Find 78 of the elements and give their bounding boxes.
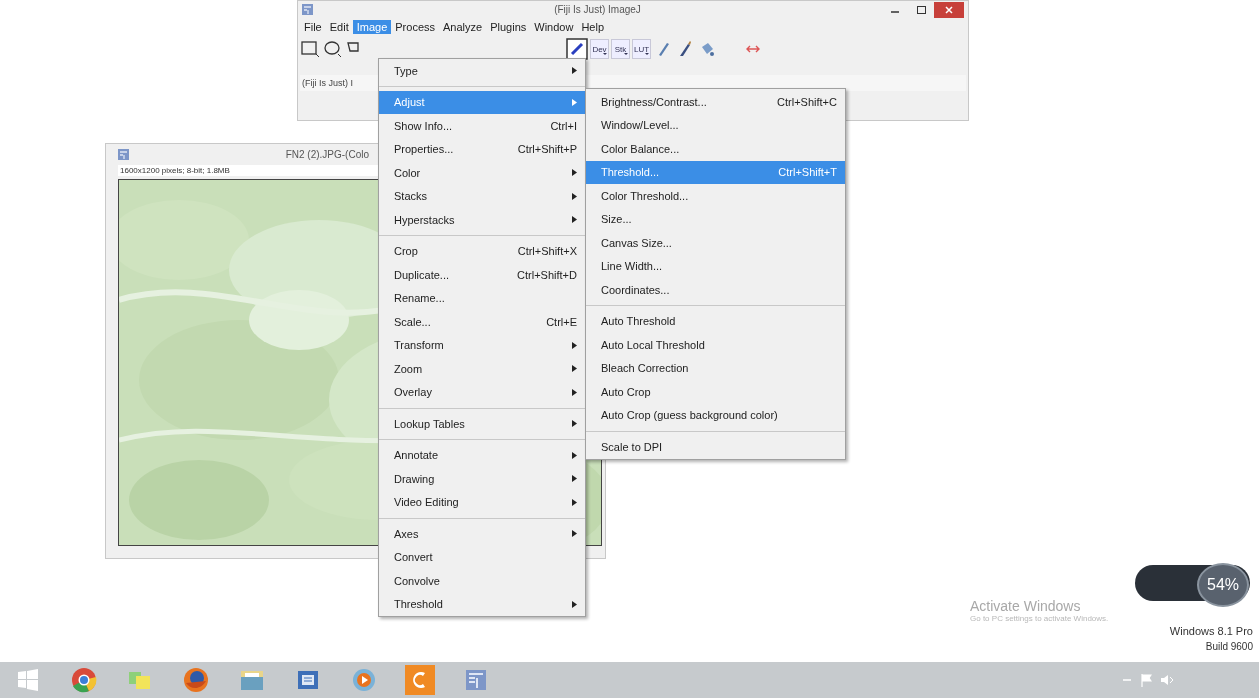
- ring-browser-icon[interactable]: [71, 667, 97, 693]
- submenu-arrow-icon: [572, 530, 577, 538]
- menu-bar-item[interactable]: File: [300, 19, 326, 34]
- window-grid-icon[interactable]: [464, 668, 488, 692]
- menu-item[interactable]: Window/Level...: [586, 113, 845, 137]
- menu-item[interactable]: Auto Local Threshold: [586, 333, 845, 357]
- menu-bar-item[interactable]: Window: [530, 19, 578, 34]
- submenu-arrow-icon: [572, 498, 577, 506]
- menu-bar-item[interactable]: Analyze: [439, 19, 487, 34]
- submenu-arrow-icon: [572, 365, 577, 373]
- menu-item[interactable]: Auto Crop: [586, 380, 845, 404]
- menu-bar-item[interactable]: Help: [577, 19, 608, 34]
- media-player-icon[interactable]: [351, 667, 377, 693]
- app-icon: [302, 4, 313, 15]
- menu-item[interactable]: Bleach Correction: [586, 356, 845, 380]
- menu-bar-item[interactable]: Plugins: [486, 19, 531, 34]
- gauge-dial: 54%: [1197, 563, 1249, 607]
- tool-menu-button[interactable]: Stk: [611, 39, 630, 59]
- menu-item[interactable]: Scale... Ctrl+E: [379, 310, 585, 334]
- window-title: (Fiji Is Just) ImageJ: [553, 4, 642, 15]
- menu-item[interactable]: Overlay: [379, 380, 585, 404]
- submenu-arrow-icon: [572, 420, 577, 428]
- menu-item[interactable]: Auto Crop (guess background color): [586, 403, 845, 427]
- menu-item[interactable]: Brightness/Contrast... Ctrl+Shift+C: [586, 90, 845, 114]
- submenu-arrow-icon: [572, 600, 577, 608]
- submenu-arrow-icon: [572, 216, 577, 224]
- menu-item[interactable]: Zoom: [379, 357, 585, 381]
- menu-item[interactable]: Show Info... Ctrl+I: [379, 114, 585, 138]
- edition-label: Windows 8.1 Pro: [1169, 625, 1253, 637]
- maximize-icon: [916, 5, 926, 14]
- menu-item[interactable]: Crop Ctrl+Shift+X: [379, 239, 585, 263]
- document-icon[interactable]: [295, 668, 321, 692]
- menu-item[interactable]: Rename...: [379, 286, 585, 310]
- menu-item[interactable]: Color Balance...: [586, 137, 845, 161]
- menu-item[interactable]: Lookup Tables: [379, 412, 585, 436]
- submenu-arrow-icon: [572, 98, 577, 106]
- rectangle-tool-icon[interactable]: [300, 39, 320, 59]
- globe-icon[interactable]: [183, 667, 209, 693]
- menu-bar-item[interactable]: Edit: [325, 19, 353, 34]
- menu-item[interactable]: Drawing: [379, 467, 585, 491]
- build-label: Build 9600: [1205, 641, 1253, 652]
- menu-item[interactable]: Hyperstacks: [379, 208, 585, 232]
- menu-item[interactable]: Scale to DPI: [586, 435, 845, 459]
- menu-item[interactable]: Size...: [586, 207, 845, 231]
- folder-icon[interactable]: [239, 668, 265, 692]
- close-icon: [945, 5, 953, 14]
- menu-item[interactable]: Transform: [379, 333, 585, 357]
- menu-item[interactable]: Line Width...: [586, 254, 845, 278]
- submenu-arrow-icon: [572, 475, 577, 483]
- submenu-arrow-icon: [572, 67, 577, 75]
- menu-item[interactable]: Coordinates...: [586, 278, 845, 302]
- menu-item[interactable]: Annotate: [379, 443, 585, 467]
- color-picker-icon[interactable]: [566, 38, 588, 60]
- menu-item[interactable]: Properties... Ctrl+Shift+P: [379, 137, 585, 161]
- window-title: FN2 (2).JPG-(Colo: [285, 149, 369, 160]
- menu-item[interactable]: Video Editing: [379, 490, 585, 514]
- app-icon: [118, 149, 129, 160]
- oval-tool-icon[interactable]: [323, 39, 343, 59]
- activation-title: Activate Windows: [970, 598, 1081, 614]
- tool-menu-button[interactable]: LUT: [632, 39, 651, 59]
- menu-item[interactable]: Duplicate... Ctrl+Shift+D: [379, 263, 585, 287]
- menu-item[interactable]: Stacks: [379, 184, 585, 208]
- app-tile-icon[interactable]: [405, 665, 435, 695]
- menu-item[interactable]: Convert: [379, 545, 585, 569]
- tool-menu-button[interactable]: Dev: [590, 39, 609, 59]
- menu-item[interactable]: Threshold: [379, 592, 585, 616]
- close-button[interactable]: [934, 1, 964, 18]
- menu-item[interactable]: Axes: [379, 522, 585, 546]
- menu-item[interactable]: Auto Threshold: [586, 309, 845, 333]
- submenu-arrow-icon: [572, 169, 577, 177]
- submenu-arrow-icon: [572, 341, 577, 349]
- menu-bar-item[interactable]: Process: [391, 19, 440, 34]
- submenu-arrow-icon: [572, 388, 577, 396]
- menu-item[interactable]: Color Threshold...: [586, 184, 845, 208]
- menu-item[interactable]: Convolve: [379, 569, 585, 593]
- menu-item[interactable]: Canvas Size...: [586, 231, 845, 255]
- submenu-arrow-icon: [572, 192, 577, 200]
- submenu-arrow-icon: [572, 451, 577, 459]
